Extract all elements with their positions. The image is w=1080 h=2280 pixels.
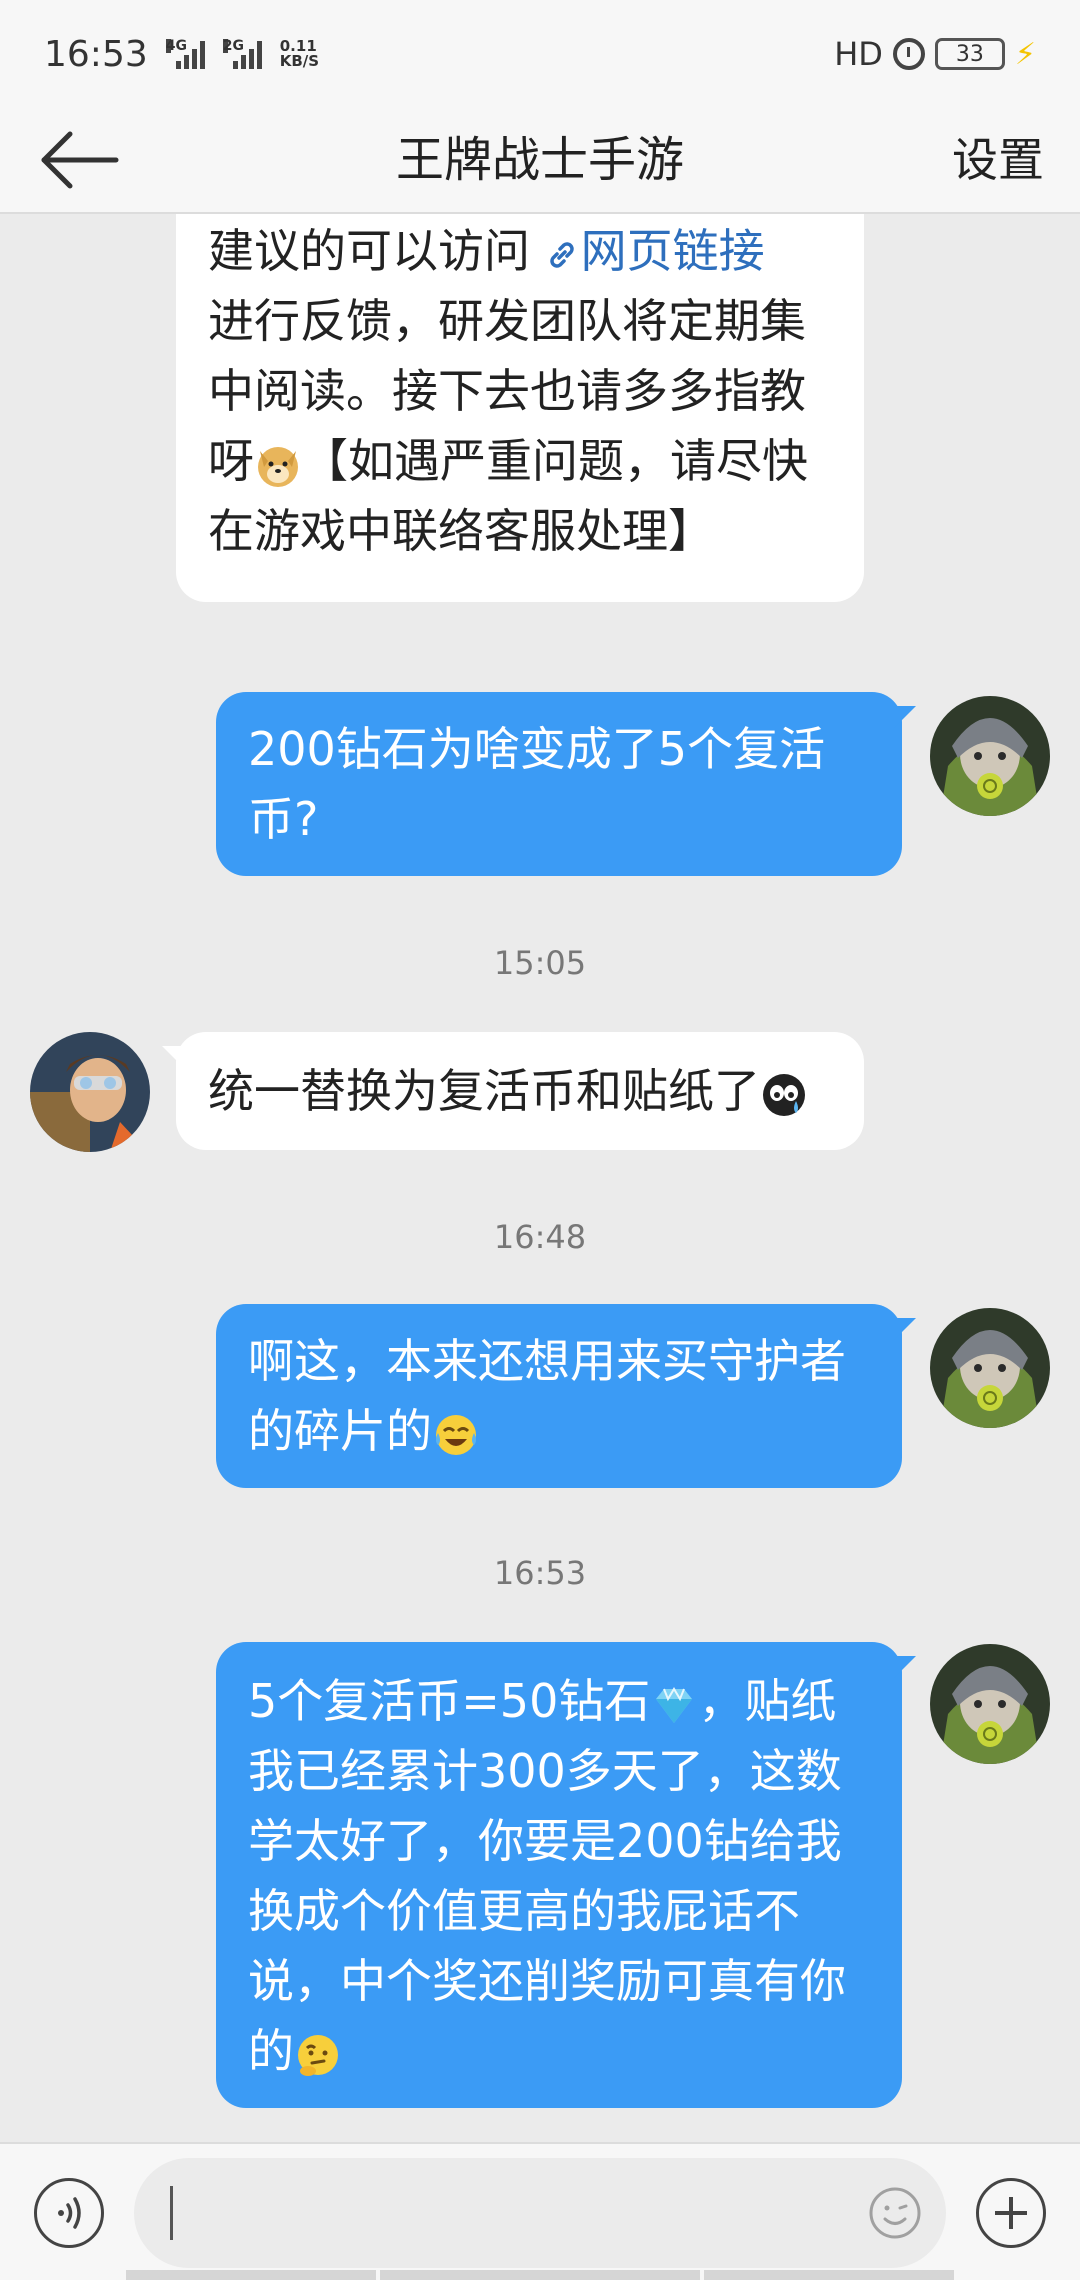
message-line: 币? (248, 792, 319, 846)
timestamp: 15:05 (493, 944, 587, 982)
sender-avatar[interactable] (30, 1032, 150, 1152)
user-avatar-icon (930, 1308, 1050, 1428)
web-link-label: 网页链接 (580, 224, 765, 278)
chat-area[interactable]: 建议的可以访问 网页链接 进行反馈，研发团队将定期集 中阅读。接下去也请多多指教… (0, 214, 1080, 2142)
signal-icon-4g: 4G (165, 38, 205, 69)
message-bubble-incoming[interactable]: 统一替换为复活币和贴纸了 (162, 1032, 864, 1150)
message-line: 200钻石为啥变成了5个复活 (248, 722, 826, 776)
message-line: 的 (248, 2016, 872, 2086)
timestamp: 16:48 (493, 1218, 587, 1256)
message-line: 我已经累计300多天了，这数 (248, 1744, 842, 1798)
network-type-1: 4G (165, 38, 187, 54)
network-speed: 0.11 KB/S (280, 39, 319, 69)
message-bubble-outgoing[interactable]: 5个复活币=50钻石 ，贴纸 我已经累计300多天了，这数 学太好了，你要是200… (216, 1642, 916, 2108)
message-line: 进行反馈，研发团队将定期集 (208, 294, 806, 348)
title-bar: 王牌战士手游 设置 (0, 108, 1080, 214)
message-input[interactable] (134, 2158, 946, 2268)
message-line: 呀【如遇严重问题，请尽快 (208, 426, 834, 496)
message-line: 在游戏中联络客服处理】 (208, 504, 714, 558)
message-bubble-outgoing[interactable]: 200钻石为啥变成了5个复活 币? (216, 692, 916, 876)
message-text: 呀 (208, 434, 254, 488)
settings-button[interactable]: 设置 (952, 108, 1044, 212)
crying-emoji-icon (763, 1073, 805, 1116)
status-left: 16:53 4G 2G 0.11 KB/S (44, 34, 319, 75)
doge-emoji-icon (258, 446, 298, 487)
message-text: 统一替换为复活币和贴纸了 (208, 1064, 760, 1118)
message-bubble-outgoing[interactable]: 啊这，本来还想用来买守护者 的碎片的 (216, 1304, 916, 1488)
laughing-crying-emoji-icon (436, 1414, 476, 1455)
keyboard-hint-bar (126, 2270, 376, 2280)
message-line: 5个复活币=50钻石 ，贴纸 (248, 1666, 872, 1736)
web-link[interactable]: 网页链接 (545, 224, 765, 278)
input-bar (0, 2142, 1080, 2280)
emoji-button[interactable] (868, 2186, 922, 2240)
keyboard-hint-bar (704, 2270, 954, 2280)
message-text: 建议的可以访问 (208, 224, 545, 278)
link-icon (549, 241, 574, 268)
message-line: 换成个价值更高的我屁话不 (248, 1884, 800, 1938)
voice-icon (58, 2197, 81, 2229)
message-line: 学太好了，你要是200钻给我 (248, 1814, 842, 1868)
my-avatar[interactable] (930, 696, 1050, 816)
status-time: 16:53 (44, 33, 148, 75)
message-line: 中阅读。接下去也请多多指教 (208, 364, 806, 418)
voice-button[interactable] (34, 2178, 104, 2248)
plus-button[interactable] (976, 2178, 1046, 2248)
message-bubble-incoming[interactable]: 建议的可以访问 网页链接 进行反馈，研发团队将定期集 中阅读。接下去也请多多指教… (176, 214, 864, 602)
message-line: 建议的可以访问 网页链接 (208, 216, 834, 286)
network-type-2: 2G (222, 38, 244, 54)
message-line: 说，中个奖还削奖励可真有你 (248, 1954, 846, 2008)
text-cursor (170, 2186, 173, 2240)
my-avatar[interactable] (930, 1308, 1050, 1428)
signal-icon-2g: 2G (222, 38, 262, 69)
status-bar: 16:53 4G 2G 0.11 KB/S HD 33 ⚡ (0, 0, 1080, 108)
keyboard-hint-bar (380, 2270, 700, 2280)
charging-icon: ⚡ (1014, 36, 1036, 72)
alarm-icon (892, 38, 925, 70)
message-line: 的碎片的 (248, 1396, 872, 1466)
battery-level: 33 (955, 41, 984, 67)
hd-indicator: HD (834, 35, 883, 73)
official-avatar-icon (30, 1032, 150, 1152)
timestamp: 16:53 (493, 1554, 587, 1592)
message-text: 5个复活币=50钻石 (248, 1674, 651, 1728)
user-avatar-icon (930, 696, 1050, 816)
diamond-emoji-icon (656, 1686, 693, 1723)
thinking-emoji-icon (298, 2034, 338, 2076)
message-text: ，贴纸 (698, 1674, 837, 1728)
page-title: 王牌战士手游 (395, 132, 684, 188)
my-avatar[interactable] (930, 1644, 1050, 1764)
message-text: 的碎片的 (248, 1404, 432, 1458)
user-avatar-icon (930, 1644, 1050, 1764)
status-right: HD 33 ⚡ (834, 35, 1036, 73)
message-text: 的 (248, 2024, 294, 2078)
smile-icon (869, 2187, 921, 2239)
message-line: 啊这，本来还想用来买守护者 (248, 1334, 846, 1388)
battery-icon: 33 (934, 38, 1005, 70)
message-text: 【如遇严重问题，请尽快 (302, 434, 808, 488)
network-speed-unit: KB/S (279, 52, 320, 70)
